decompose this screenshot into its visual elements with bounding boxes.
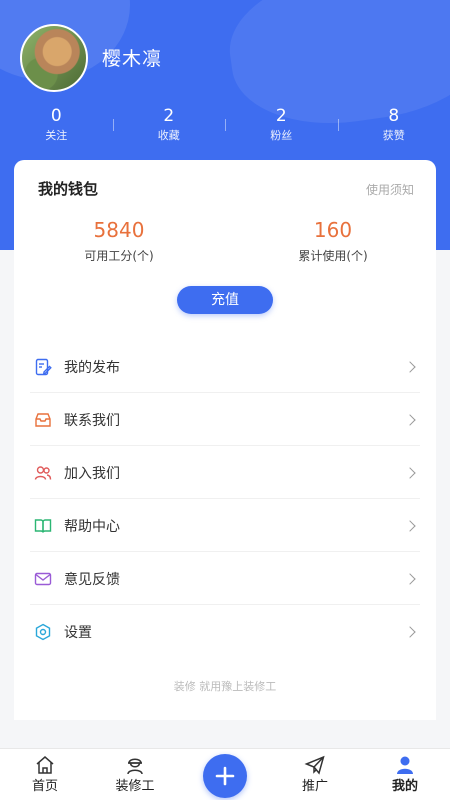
tab-home[interactable]: 首页: [0, 749, 90, 800]
username[interactable]: 樱木凛: [102, 44, 162, 71]
stat-value: 2: [163, 106, 175, 126]
chevron-right-icon: [404, 572, 416, 585]
used-points-value: 160: [313, 218, 353, 242]
menu-item-my-posts[interactable]: 我的发布: [14, 340, 436, 393]
stat-label: 关注: [45, 129, 68, 142]
used-points-label: 累计使用(个): [298, 249, 368, 263]
person-icon: [394, 754, 416, 776]
tab-mine[interactable]: 我的: [360, 749, 450, 800]
stat-following[interactable]: 0 关注: [0, 105, 113, 149]
menu-item-label: 加入我们: [64, 465, 120, 482]
used-points[interactable]: 160 累计使用(个): [233, 216, 433, 266]
tab-label: 推广: [301, 779, 328, 794]
chevron-right-icon: [404, 466, 416, 479]
tab-label: 首页: [31, 779, 58, 794]
chevron-right-icon: [404, 413, 416, 426]
settings-hexagon-icon: [34, 623, 52, 641]
add-post-button[interactable]: [203, 754, 247, 798]
menu-item-label: 我的发布: [64, 359, 120, 376]
wallet-title: 我的钱包: [38, 180, 99, 198]
worker-icon: [124, 754, 146, 776]
available-points[interactable]: 5840 可用工分(个): [19, 216, 219, 266]
stat-value: 8: [388, 106, 400, 126]
edit-document-icon: [34, 358, 52, 376]
profile-stats: 0 关注 2 收藏 2 粉丝 8 获赞: [0, 105, 450, 149]
stat-value: 2: [275, 106, 287, 126]
mailbox-icon: [34, 411, 52, 429]
users-icon: [34, 464, 52, 482]
chevron-right-icon: [404, 519, 416, 532]
tab-label: 我的: [391, 779, 418, 794]
chevron-right-icon: [404, 360, 416, 373]
menu-item-label: 意见反馈: [64, 571, 120, 588]
main-card: 我的钱包 使用须知 5840 可用工分(个) 160 累计使用(个) 充值 我的…: [14, 160, 436, 720]
tab-workers[interactable]: 装修工: [90, 749, 180, 800]
available-points-value: 5840: [93, 218, 145, 242]
stat-favorites[interactable]: 2 收藏: [112, 105, 226, 149]
stat-label: 获赞: [382, 129, 405, 142]
menu-item-join-us[interactable]: 加入我们: [14, 446, 436, 499]
available-points-label: 可用工分(个): [84, 249, 154, 263]
stat-likes[interactable]: 8 获赞: [337, 105, 450, 149]
menu-item-settings[interactable]: 设置: [14, 605, 436, 658]
menu-list: 我的发布 联系我们 加入我们 帮助中心 意见反馈 设置: [14, 340, 436, 658]
envelope-icon: [34, 570, 52, 588]
avatar[interactable]: [20, 24, 88, 92]
slogan-text: 装修 就用豫上装修工: [173, 680, 277, 693]
menu-item-label: 设置: [64, 624, 92, 641]
stat-value: 0: [50, 106, 62, 126]
menu-item-contact-us[interactable]: 联系我们: [14, 393, 436, 446]
stat-label: 粉丝: [270, 129, 293, 142]
stat-followers[interactable]: 2 粉丝: [225, 105, 338, 149]
tab-promote[interactable]: 推广: [270, 749, 360, 800]
usage-notes-link[interactable]: 使用须知: [366, 181, 414, 198]
chevron-right-icon: [404, 625, 416, 638]
menu-item-feedback[interactable]: 意见反馈: [14, 552, 436, 605]
recharge-button[interactable]: 充值: [177, 286, 273, 314]
paper-plane-icon: [304, 754, 326, 776]
book-icon: [34, 517, 52, 535]
tab-label: 装修工: [115, 779, 155, 794]
menu-item-label: 帮助中心: [64, 518, 120, 535]
stat-label: 收藏: [157, 129, 180, 142]
menu-item-help-center[interactable]: 帮助中心: [14, 499, 436, 552]
plus-icon: [215, 766, 235, 786]
home-icon: [34, 754, 56, 776]
menu-item-label: 联系我们: [64, 412, 120, 429]
